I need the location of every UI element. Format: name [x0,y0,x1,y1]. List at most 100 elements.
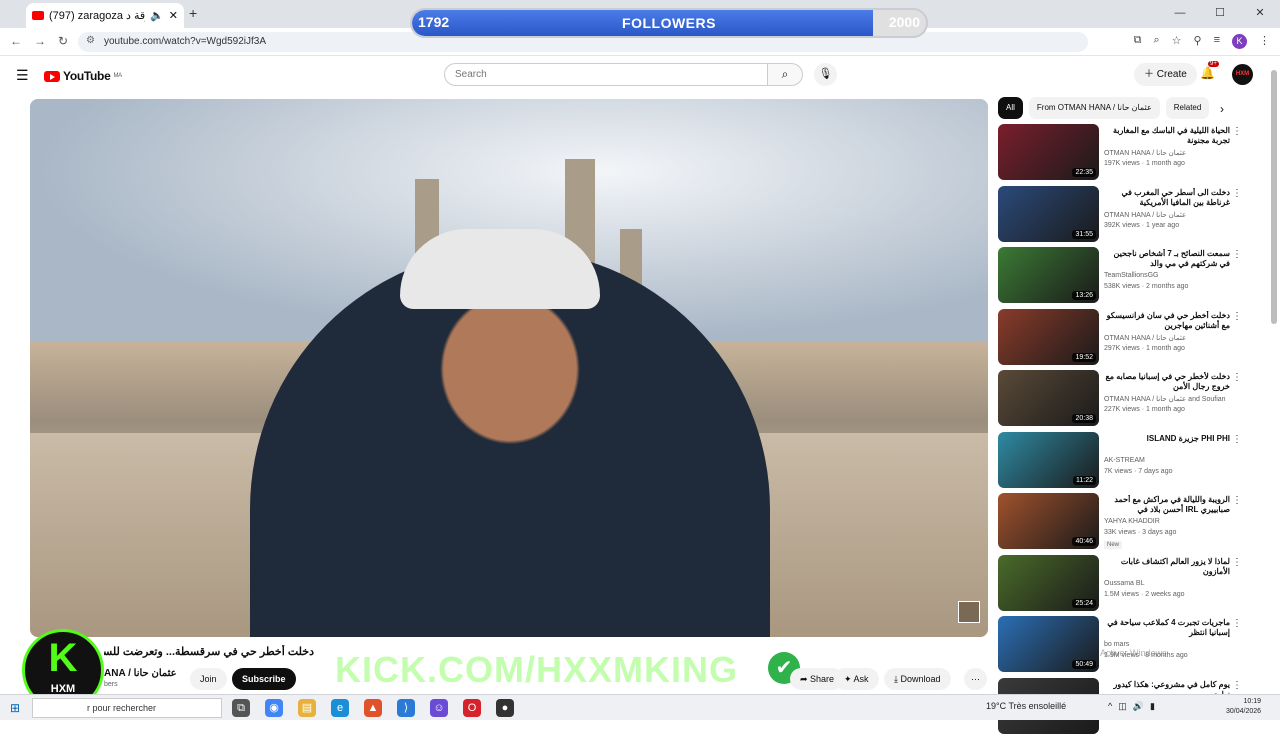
recommendation-channel[interactable]: OTMAN HANA / عثمان حانا [1104,211,1186,219]
video-player[interactable] [30,99,988,637]
windows-start-icon[interactable]: ⊞ [10,701,20,715]
system-clock[interactable]: 10:19 30/04/2026 [1226,697,1261,717]
chevron-right-icon[interactable]: › [1220,102,1224,116]
vscode-icon[interactable]: ⟩ [397,699,415,717]
recommendation-channel[interactable]: OTMAN HANA / عثمان حانا [1104,334,1186,342]
chrome-icon[interactable]: ◉ [265,699,283,717]
download-button[interactable]: ⤓ Download [884,668,951,690]
video-thumbnail[interactable]: 40:46 [998,493,1099,549]
more-options-icon[interactable]: ⋮ [1232,126,1242,137]
minimize-button[interactable]: — [1160,0,1200,28]
chip-all[interactable]: All [998,97,1023,119]
recommendation-item[interactable]: 31:55 دخلت الى أسطر حي المغرب في غرناطة ب… [998,185,1244,244]
page-scrollbar[interactable] [1271,70,1277,324]
subscribe-button[interactable]: Subscribe [232,668,296,690]
video-thumbnail[interactable]: 31:55 [998,185,1099,242]
weather-widget[interactable]: 19°C Très ensoleillé [986,701,1066,711]
ask-button[interactable]: ✦ Ask [834,668,879,690]
hamburger-menu-icon[interactable]: ☰ [16,67,29,84]
recommendation-title[interactable]: دخلت أخطر حي في سان فرانسيسكو مع أشنائين… [1104,311,1230,331]
chip-related[interactable]: Related [1165,97,1210,119]
profile-avatar[interactable]: K [1232,34,1247,49]
video-thumbnail[interactable]: 20:38 [998,370,1099,426]
site-info-icon[interactable]: ⚙ [86,35,95,46]
recommendation-title[interactable]: دخلت الى أسطر حي المغرب في غرناطة بين ال… [1104,188,1230,208]
mute-icon[interactable]: 🔈 [150,9,164,22]
task-view-icon[interactable]: ⧉ [232,699,250,717]
video-thumbnail[interactable]: 13:26 [998,247,1099,303]
recommendation-channel[interactable]: AK-STREAM [1104,457,1145,464]
recommendation-title[interactable]: ماجريات تجبرت 4 كملاعب سياحة في إسبانيا … [1104,618,1230,638]
close-tab-icon[interactable]: ✕ [169,9,178,22]
channel-watermark[interactable] [958,601,980,623]
recommendation-item[interactable]: 25:24 لماذا لا يزور العالم اكتشاف غابات ا… [998,554,1244,613]
bookmark-star-icon[interactable]: ☆ [1172,34,1182,49]
join-button[interactable]: Join [190,668,227,690]
video-thumbnail[interactable]: 25:24 [998,554,1099,611]
recommendation-item[interactable]: 20:38 دخلت لأخطر حي في إسبانيا مصابه مع خ… [998,370,1244,428]
network-icon[interactable]: ◫ [1118,701,1127,712]
more-options-icon[interactable]: ⋮ [1232,680,1242,691]
reload-icon[interactable]: ↻ [58,34,68,48]
discord-icon[interactable]: ☺ [430,699,448,717]
recommendation-title[interactable]: الرويبة والليالة في مراكش مع أحمد صبابيي… [1104,495,1230,515]
recommendation-title[interactable]: دخلت لأخطر حي في إسبانيا مصابه مع خروج ر… [1104,372,1230,392]
browser-tab-active[interactable]: (797) zaragoza لسرقة د 🔈 ✕ [26,3,184,28]
recommendation-item[interactable]: 40:46 الرويبة والليالة في مراكش مع أحمد ص… [998,493,1244,551]
more-actions-button[interactable]: ⋯ [964,668,987,690]
recommendation-title[interactable]: لماذا لا يزور العالم اكتشاف غابات الأماز… [1104,557,1230,577]
recommendation-item[interactable]: 50:49 ماجريات تجبرت 4 كملاعب سياحة في إسب… [998,616,1244,674]
youtube-logo[interactable]: YouTube MA [44,69,122,83]
back-icon[interactable]: ← [10,34,22,48]
install-app-icon[interactable]: ⧉ [1134,34,1142,49]
notifications-bell-icon[interactable]: 🔔 9+ [1200,61,1219,80]
recommendation-item[interactable]: 11:22 PHI PHI جزيرة ISLAND AK-STREAM 7K vie… [998,431,1244,490]
extensions-icon[interactable]: ⚲ [1194,34,1202,49]
more-options-icon[interactable]: ⋮ [1232,372,1242,383]
brave-icon[interactable]: ▲ [364,699,382,717]
new-tab-button[interactable]: + [189,5,197,21]
search-button[interactable]: ⌕ [767,63,803,86]
recommendation-channel[interactable]: bo mars [1104,641,1129,648]
more-options-icon[interactable]: ⋮ [1232,188,1242,199]
more-options-icon[interactable]: ⋮ [1232,434,1242,445]
tray-chevron-icon[interactable]: ^ [1108,701,1112,712]
recommendation-channel[interactable]: Oussama BL [1104,580,1144,587]
more-options-icon[interactable]: ⋮ [1232,249,1242,260]
account-avatar[interactable]: HXM [1232,64,1253,85]
recommendation-channel[interactable]: TeamStallionsGG [1104,272,1158,279]
maximize-button[interactable]: ☐ [1200,0,1240,28]
zoom-icon[interactable]: ⌕ [1153,34,1159,49]
browser-menu-icon[interactable]: ⋮ [1259,34,1270,49]
recommendation-item[interactable]: 22:35 الحياة الليلية في الباسك مع المغارب… [998,124,1244,182]
reading-list-icon[interactable]: ≡ [1214,34,1220,49]
recommendation-channel[interactable]: YAHYA KHADDIR [1104,518,1160,525]
more-options-icon[interactable]: ⋮ [1232,495,1242,506]
more-options-icon[interactable]: ⋮ [1232,557,1242,568]
video-thumbnail[interactable]: 22:35 [998,124,1099,180]
video-thumbnail[interactable]: 11:22 [998,431,1099,488]
recommendation-title[interactable]: PHI PHI جزيرة ISLAND [1104,434,1230,454]
recommendation-item[interactable]: 13:26 سمعت النصائح بـ 7 أشخاص ناجحين في ش… [998,247,1244,305]
file-explorer-icon[interactable]: ▤ [298,699,316,717]
more-options-icon[interactable]: ⋮ [1232,618,1242,629]
more-options-icon[interactable]: ⋮ [1232,311,1242,322]
video-thumbnail[interactable]: 50:49 [998,616,1099,672]
channel-name[interactable]: ANA / عثمان حانا [104,668,177,679]
recommendation-channel[interactable]: OTMAN HANA / عثمان حانا and Soufian [1104,395,1226,403]
close-window-button[interactable]: ✕ [1240,0,1280,28]
recommendation-item[interactable]: 19:52 دخلت أخطر حي في سان فرانسيسكو مع أش… [998,308,1244,367]
voice-search-button[interactable]: 🎙 [814,63,837,86]
create-button[interactable]: ＋ Create [1134,63,1197,86]
chip-from-channel[interactable]: From OTMAN HANA / عثمان حانا [1028,97,1160,119]
video-thumbnail[interactable]: 19:52 [998,308,1099,365]
opera-icon[interactable]: O [463,699,481,717]
battery-icon[interactable]: ▮ [1150,701,1155,712]
search-input[interactable] [444,63,768,86]
volume-icon[interactable]: 🔊 [1133,701,1144,712]
edge-icon[interactable]: e [331,699,349,717]
recommendation-title[interactable]: الحياة الليلية في الباسك مع المغاربة تجر… [1104,126,1230,146]
recommendation-title[interactable]: سمعت النصائح بـ 7 أشخاص ناجحين في شركتهم… [1104,249,1231,269]
taskbar-search[interactable]: r pour rechercher [32,698,222,718]
forward-icon[interactable]: → [34,34,46,48]
